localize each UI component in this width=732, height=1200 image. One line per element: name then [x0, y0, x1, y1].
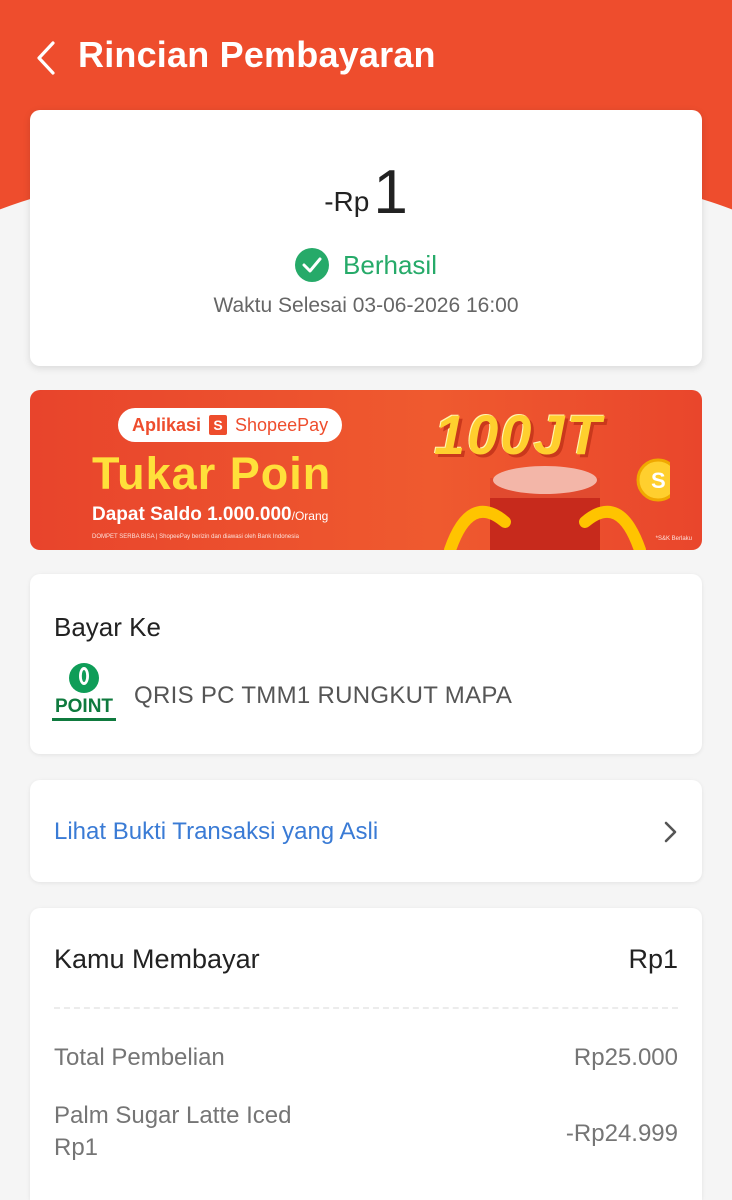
item-discount-value: -Rp24.999	[565, 1120, 678, 1147]
view-original-proof-link[interactable]: Lihat Bukti Transaksi yang Asli	[54, 818, 378, 846]
chevron-right-icon	[664, 821, 677, 843]
payment-summary-card: -Rp 1 Berhasil Waktu Selesai 03-06-2026 …	[30, 110, 702, 366]
merchant-name: QRIS PC TMM1 RUNGKUT MAPA	[134, 682, 513, 709]
promo-banner[interactable]: Aplikasi S ShopeePay Tukar Poin Dapat Sa…	[30, 390, 702, 550]
total-purchase-value: Rp25.000	[573, 1044, 678, 1071]
status-text: Berhasil	[343, 249, 437, 280]
item-discount-row: Palm Sugar Latte Iced Rp1 -Rp24.999	[54, 1100, 678, 1164]
item-label-line2: Rp1	[54, 1134, 99, 1161]
check-circle-icon	[295, 248, 330, 282]
back-button[interactable]	[28, 36, 64, 80]
promo-terms: *S&K Berlaku	[655, 536, 692, 542]
completed-time: Waktu Selesai 03-06-2026 16:00	[213, 294, 519, 317]
promo-headline: Tukar Poin	[92, 448, 332, 499]
merchant-logo: POINT	[50, 662, 118, 726]
you-pay-value: Rp1	[628, 944, 678, 974]
amount-value: 1	[373, 158, 408, 227]
pay-to-card: Bayar Ke POINT QRIS PC TMM1 RUNGKUT MAPA	[30, 574, 702, 754]
top-app-bar: Rincian Pembayaran	[0, 0, 732, 112]
amount-currency: -Rp	[324, 186, 370, 217]
total-purchase-row: Total Pembelian Rp25.000	[54, 1044, 678, 1072]
payment-breakdown-card: Kamu Membayar Rp1 Total Pembelian Rp25.0…	[30, 908, 702, 1200]
promo-badge: Aplikasi S ShopeePay	[118, 408, 343, 442]
promo-badge-brand: ShopeePay	[235, 414, 329, 435]
promo-badge-app: Aplikasi	[132, 414, 202, 435]
you-pay-row: Kamu Membayar Rp1	[54, 944, 678, 975]
amount-display: -Rp 1	[30, 162, 702, 224]
view-proof-row[interactable]: Lihat Bukti Transaksi yang Asli	[30, 780, 702, 882]
svg-text:S: S	[651, 468, 666, 493]
shopeepay-icon: S	[209, 415, 228, 435]
dashed-divider	[54, 1007, 678, 1009]
page-title: Rincian Pembayaran	[78, 34, 436, 75]
promo-subline: Dapat Saldo 1.000.000/Orang	[92, 504, 328, 526]
total-purchase-label: Total Pembelian	[54, 1044, 225, 1071]
item-label-line1: Palm Sugar Latte Iced	[54, 1102, 292, 1129]
item-label: Palm Sugar Latte Iced Rp1	[54, 1100, 291, 1164]
merchant-logo-text: POINT	[55, 696, 113, 717]
you-pay-label: Kamu Membayar	[54, 944, 260, 974]
promo-subline-unit: /Orang	[291, 509, 329, 523]
promo-subline-text: Dapat Saldo 1.000.000	[92, 504, 292, 525]
promo-prize: 100JT	[434, 403, 603, 466]
back-arrow-icon	[37, 41, 55, 75]
pay-to-label: Bayar Ke	[54, 612, 161, 642]
promo-fine-print: DOMPET SERBA BISA | ShopeePay berizin da…	[92, 534, 299, 540]
status-badge: Berhasil	[30, 248, 702, 282]
